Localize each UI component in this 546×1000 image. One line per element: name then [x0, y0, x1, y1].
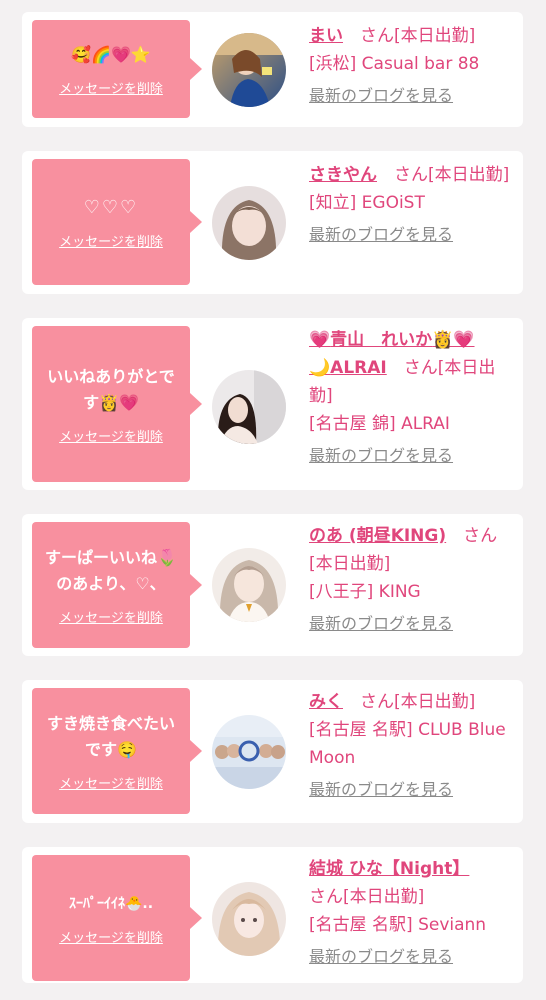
shop-name: [八王子] KING — [309, 582, 421, 602]
cast-status: さん[本日出勤] — [360, 26, 476, 46]
avatar[interactable] — [212, 715, 286, 789]
avatar[interactable] — [212, 186, 286, 260]
shop-name: [知立] EGOiST — [309, 193, 425, 213]
delete-message-link[interactable]: メッセージを削除 — [59, 927, 163, 946]
message-text: すーぱーいいね🌷のあより、♡、 — [45, 547, 177, 593]
message-card: ｽｰﾊﾟｰｲｲﾈ🐣.. メッセージを削除 結城 ひな【Night】 さん[本日出勤… — [22, 847, 523, 983]
message-text: ♡♡♡ — [83, 196, 139, 218]
cast-info: さきやん さん[本日出勤] [知立] EGOiST 最新のブログを見る — [309, 161, 514, 249]
message-bubble: いいねありがとです👸💗 メッセージを削除 — [32, 326, 202, 482]
delete-message-link[interactable]: メッセージを削除 — [59, 607, 163, 626]
avatar[interactable] — [212, 33, 286, 107]
cast-info: みく さん[本日出勤] [名古屋 名駅] CLUB Blue Moon 最新のブ… — [309, 688, 514, 804]
cast-name-link[interactable]: さきやん — [309, 165, 377, 185]
message-text: ｽｰﾊﾟｰｲｲﾈ🐣.. — [68, 895, 154, 912]
cast-name-link[interactable]: みく — [309, 692, 343, 712]
blog-link[interactable]: 最新のブログを見る — [309, 947, 453, 966]
avatar[interactable] — [212, 548, 286, 622]
blog-link[interactable]: 最新のブログを見る — [309, 780, 453, 799]
delete-message-link[interactable]: メッセージを削除 — [59, 426, 163, 445]
message-bubble: すき焼き食べたいです🤤 メッセージを削除 — [32, 688, 202, 814]
cast-status: さん[本日出勤] — [360, 692, 476, 712]
cast-status: さん[本日出勤] — [309, 887, 425, 907]
message-card: すき焼き食べたいです🤤 メッセージを削除 みく さん[本日出勤] [名古屋 名駅… — [22, 680, 523, 823]
cast-name-link[interactable]: まい — [309, 26, 343, 46]
shop-name: [名古屋 名駅] CLUB Blue Moon — [309, 720, 506, 768]
heart-icon: 💗 — [309, 330, 331, 350]
delete-message-link[interactable]: メッセージを削除 — [59, 773, 163, 792]
blog-link[interactable]: 最新のブログを見る — [309, 86, 453, 105]
blog-link[interactable]: 最新のブログを見る — [309, 446, 453, 465]
moon-icon: 🌙 — [309, 358, 331, 378]
message-bubble: 🥰🌈💗⭐ メッセージを削除 — [32, 20, 202, 118]
message-bubble: ♡♡♡ メッセージを削除 — [32, 159, 202, 285]
avatar[interactable] — [212, 882, 286, 956]
message-card: いいねありがとです👸💗 メッセージを削除 💗青山 れいか👸💗 🌙ALRAI さん[… — [22, 318, 523, 490]
blog-link[interactable]: 最新のブログを見る — [309, 614, 453, 633]
message-bubble: ｽｰﾊﾟｰｲｲﾈ🐣.. メッセージを削除 — [32, 855, 202, 981]
message-text: 🥰🌈💗⭐ — [71, 44, 151, 64]
message-text: いいねありがとです👸💗 — [47, 366, 175, 412]
delete-message-link[interactable]: メッセージを削除 — [59, 231, 163, 250]
message-card: ♡♡♡ メッセージを削除 さきやん さん[本日出勤] [知立] EGOiST 最… — [22, 151, 523, 294]
cast-status: さん[本日出勤] — [394, 165, 510, 185]
message-card: 🥰🌈💗⭐ メッセージを削除 まい さん[本日出勤] [浜松] Casual ba… — [22, 12, 523, 127]
cast-info: のあ (朝昼KING) さん[本日出勤] [八王子] KING 最新のブログを見… — [309, 522, 514, 638]
cast-info: 結城 ひな【Night】 さん[本日出勤] [名古屋 名駅] Seviann 最新… — [309, 855, 514, 971]
cast-info: まい さん[本日出勤] [浜松] Casual bar 88 最新のブログを見る — [309, 22, 514, 110]
message-card: すーぱーいいね🌷のあより、♡、 メッセージを削除 のあ (朝昼KING) さん[… — [22, 514, 523, 656]
delete-message-link[interactable]: メッセージを削除 — [59, 78, 163, 97]
shop-name: [名古屋 名駅] Seviann — [309, 915, 487, 935]
shop-name: [浜松] Casual bar 88 — [309, 54, 480, 74]
cast-name-link[interactable]: のあ (朝昼KING) — [309, 526, 446, 546]
crown-heart-icons: 👸💗 — [432, 330, 475, 350]
blog-link[interactable]: 最新のブログを見る — [309, 225, 453, 244]
message-text: すき焼き食べたいです🤤 — [46, 713, 175, 759]
avatar[interactable] — [212, 370, 286, 444]
cast-info: 💗青山 れいか👸💗 🌙ALRAI さん[本日出勤] [名古屋 錦] ALRAI 最… — [309, 326, 514, 470]
cast-name-link[interactable]: 結城 ひな【Night】 — [309, 859, 469, 879]
shop-name: [名古屋 錦] ALRAI — [309, 414, 450, 434]
message-bubble: すーぱーいいね🌷のあより、♡、 メッセージを削除 — [32, 522, 202, 648]
